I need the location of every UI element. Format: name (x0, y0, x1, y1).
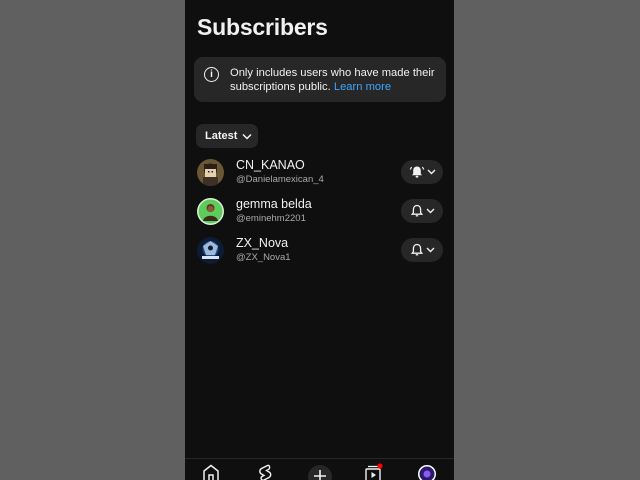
page-title: Subscribers (197, 14, 328, 40)
avatar[interactable] (197, 198, 224, 225)
chevron-down-icon (242, 133, 252, 140)
profile-avatar (418, 465, 436, 480)
notification-settings-button[interactable] (401, 160, 443, 184)
notification-settings-button[interactable] (401, 238, 443, 262)
subscriber-handle: @eminehm2201 (236, 213, 306, 224)
chevron-down-icon (426, 247, 434, 253)
nav-subscriptions[interactable] (363, 463, 385, 480)
bell-icon (410, 243, 423, 256)
subscriber-row[interactable]: ZX_Nova @ZX_Nova1 (185, 233, 454, 269)
info-banner: i Only includes users who have made thei… (194, 57, 446, 102)
app-screen: Subscribers i Only includes users who ha… (185, 0, 454, 480)
subscriber-name[interactable]: CN_KANAO (236, 158, 305, 172)
nav-create[interactable] (306, 463, 332, 480)
subscriber-row[interactable]: gemma belda @eminehm2201 (185, 194, 454, 230)
bell-icon (410, 204, 423, 217)
subscriber-name[interactable]: ZX_Nova (236, 236, 288, 250)
avatar[interactable] (197, 159, 224, 186)
nav-home[interactable] (201, 463, 223, 480)
home-icon (203, 464, 219, 480)
subscriber-handle: @ZX_Nova1 (236, 252, 291, 263)
subscriber-row[interactable]: CN_KANAO @Danielamexican_4 (185, 155, 454, 191)
nav-you[interactable] (417, 463, 439, 480)
subscriber-handle: @Danielamexican_4 (236, 174, 324, 185)
bell-ringing-icon (409, 166, 424, 178)
shorts-icon (259, 464, 272, 480)
bottom-navigation (185, 458, 454, 480)
nav-shorts[interactable] (255, 463, 277, 480)
subscriptions-icon (365, 463, 383, 480)
info-message: Only includes users who have made their … (230, 67, 435, 93)
avatar[interactable] (197, 237, 224, 264)
info-icon: i (204, 67, 219, 82)
subscriber-name[interactable]: gemma belda (236, 197, 312, 211)
chevron-down-icon (426, 208, 434, 214)
filter-label: Latest (205, 130, 238, 142)
sort-filter-chip[interactable]: Latest (196, 124, 259, 148)
create-icon (308, 465, 332, 480)
info-text: Only includes users who have made their … (230, 66, 438, 94)
chevron-down-icon (427, 169, 435, 175)
notification-settings-button[interactable] (401, 199, 443, 223)
learn-more-link[interactable]: Learn more (334, 81, 391, 93)
